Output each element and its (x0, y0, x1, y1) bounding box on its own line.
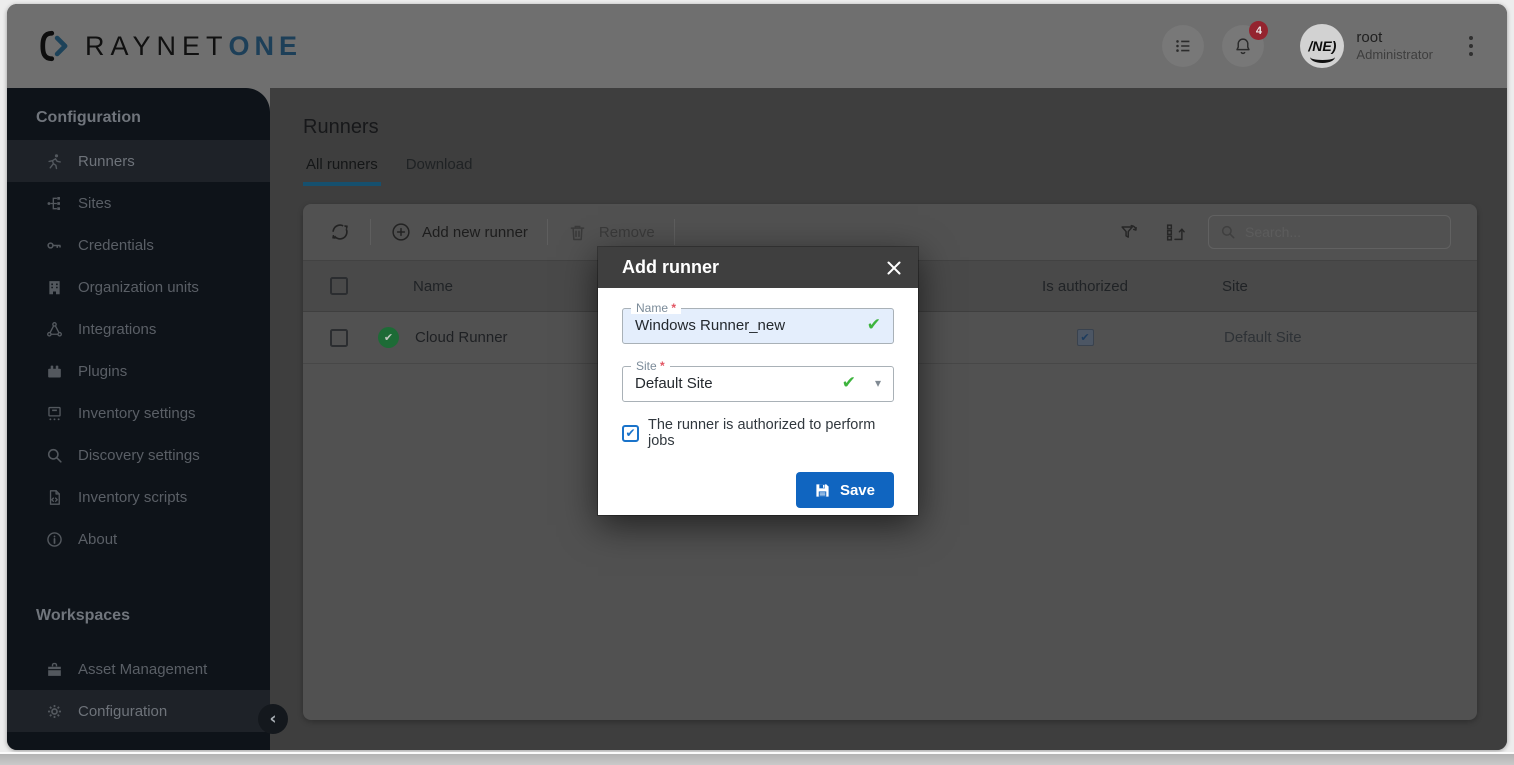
site-field-label: Site * (631, 360, 670, 372)
authorized-checkbox[interactable]: ✔ (622, 425, 639, 442)
save-button[interactable]: Save (796, 472, 894, 508)
authorized-checkbox-row: ✔ The runner is authorized to perform jo… (622, 417, 894, 449)
authorized-checkbox-label: The runner is authorized to perform jobs (648, 417, 894, 449)
modal-title: Add runner (622, 257, 719, 278)
desktop-background: RAYNETONE (0, 0, 1514, 765)
sidebar-collapse-button[interactable]: ‹ (258, 704, 288, 734)
chevron-down-icon[interactable]: ▾ (875, 376, 881, 390)
modal-header: Add runner (598, 247, 918, 288)
valid-check-icon: ✔ (867, 315, 881, 335)
modal-body: Name * ✔ Site * ✔ ▾ ✔ The runner is auth… (598, 288, 918, 508)
valid-check-icon: ✔ (842, 373, 856, 393)
name-field[interactable] (635, 317, 867, 334)
modal-actions: Save (622, 472, 894, 508)
add-runner-modal: Add runner Name * ✔ Site * ✔ ▾ (598, 247, 918, 515)
site-field-group: Site * ✔ ▾ (622, 360, 894, 402)
modal-close-button[interactable] (878, 252, 910, 284)
save-floppy-icon (815, 483, 830, 498)
close-icon (886, 260, 902, 276)
window-bottom-edge (0, 752, 1514, 765)
save-button-label: Save (840, 482, 875, 499)
name-field-label: Name * (631, 302, 681, 314)
site-select[interactable] (635, 375, 842, 392)
name-field-group: Name * ✔ (622, 302, 894, 344)
